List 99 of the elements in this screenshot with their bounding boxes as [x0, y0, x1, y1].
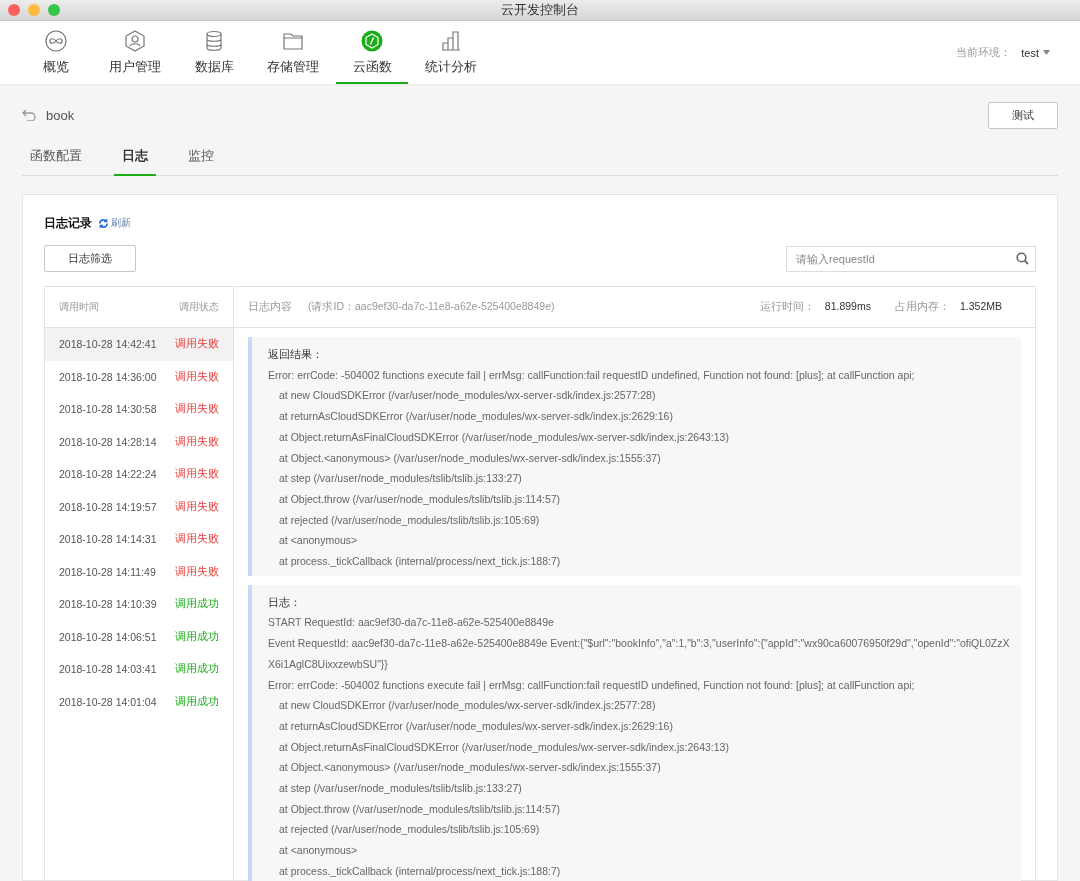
stack-trace-line: at <anonymous>	[278, 533, 359, 549]
stack-trace-line: at Object.throw (/var/user/node_modules/tslib/tslib.js:114:57)	[278, 491, 562, 507]
stack-trace-line: at new CloudSDKError (/var/user/node_modules/wx-server-sdk/index.js:2577:28)	[278, 388, 657, 404]
environment-dropdown[interactable]: test	[1021, 46, 1050, 59]
call-status: 调用失败	[175, 369, 219, 384]
call-time: 2018-10-28 14:30:58	[59, 403, 157, 416]
call-status: 调用失败	[175, 467, 219, 482]
call-row[interactable]: 2018-10-28 14:30:58 调用失败	[45, 393, 233, 426]
section-title: 日志记录	[44, 214, 92, 232]
filter-button[interactable]: 日志筛选	[44, 245, 136, 272]
tab[interactable]: 日志	[114, 138, 156, 176]
call-time: 2018-10-28 14:36:00	[59, 370, 157, 383]
stack-trace-line: at step (/var/user/node_modules/tslib/tslib.js:133:27)	[278, 781, 523, 797]
test-button[interactable]: 测试	[988, 101, 1058, 129]
folder-icon	[282, 30, 304, 52]
call-row[interactable]: 2018-10-28 14:10:39 调用成功	[45, 588, 233, 621]
call-row[interactable]: 2018-10-28 14:03:41 调用成功	[45, 653, 233, 686]
call-time: 2018-10-28 14:11:49	[59, 565, 156, 578]
close-icon	[8, 4, 20, 16]
database-icon	[203, 30, 225, 52]
minimize-icon	[28, 4, 40, 16]
infinity-icon	[45, 30, 67, 52]
stack-trace-line: at Object.returnAsFinalCloudSDKError (/var/user/node_modules/wx-server-sdk/index.js:2643:13)	[278, 739, 730, 755]
stack-trace-line: at new CloudSDKError (/var/user/node_modules/wx-server-sdk/index.js:2577:28)	[278, 698, 657, 714]
stack-trace-line: at returnAsCloudSDKError (/var/user/node_modules/wx-server-sdk/index.js:2629:16)	[278, 409, 674, 425]
log-line: START RequestId: aac9ef30-da7c-11e8-a62e-525400e8849e	[268, 615, 555, 631]
column-header: 调用状态	[179, 300, 219, 314]
stack-trace-line: at process._tickCallback (internal/process/next_tick.js:188:7)	[278, 863, 562, 879]
call-time: 2018-10-28 14:10:39	[59, 598, 157, 611]
maximize-icon	[48, 4, 60, 16]
back-icon[interactable]	[22, 109, 36, 121]
nav-tab[interactable]: 数据库	[178, 21, 250, 84]
call-time: 2018-10-28 14:19:57	[59, 500, 157, 513]
stack-trace-line: at Object.<anonymous> (/var/user/node_modules/wx-server-sdk/index.js:1555:37)	[278, 450, 662, 466]
caret-icon	[1043, 50, 1050, 55]
runtime-value: 81.899ms	[824, 300, 871, 314]
request-id: (请求ID：aac9ef30-da7c-11e8-a62e-525400e8849e)	[308, 300, 555, 314]
call-row[interactable]: 2018-10-28 14:42:41 调用失败	[45, 328, 233, 361]
stack-trace-line: at Object.returnAsFinalCloudSDKError (/var/user/node_modules/wx-server-sdk/index.js:2643:13)	[278, 429, 730, 445]
call-status: 调用失败	[175, 402, 219, 417]
stack-trace-line: at <anonymous>	[278, 843, 359, 859]
call-status: 调用成功	[175, 629, 219, 644]
function-name: book	[46, 107, 75, 123]
call-row[interactable]: 2018-10-28 14:28:14 调用失败	[45, 425, 233, 458]
stack-trace-line: at Object.throw (/var/user/node_modules/tslib/tslib.js:114:57)	[278, 801, 562, 817]
call-row[interactable]: 2018-10-28 14:19:57 调用失败	[45, 490, 233, 523]
call-time: 2018-10-28 14:28:14	[59, 435, 157, 448]
nav-tab[interactable]: 概览	[20, 21, 92, 84]
nav-tab[interactable]: 云函数	[336, 21, 408, 84]
call-status: 调用失败	[175, 337, 219, 352]
column-header: 日志内容	[248, 300, 292, 314]
call-time: 2018-10-28 14:22:24	[59, 468, 157, 481]
call-time: 2018-10-28 14:14:31	[59, 533, 157, 546]
environment-label: 当前环境：	[956, 45, 1012, 60]
tab[interactable]: 函数配置	[22, 138, 90, 176]
log-line: Error: errCode: -504002 functions execute fail | errMsg: callFunction:fail requestID undefined, Function not found: [plus]; at callFunction api;	[268, 677, 916, 693]
call-status: 调用失败	[175, 434, 219, 449]
search-icon[interactable]	[1016, 251, 1029, 265]
stack-trace-line: at returnAsCloudSDKError (/var/user/node_modules/wx-server-sdk/index.js:2629:16)	[278, 718, 674, 734]
call-row[interactable]: 2018-10-28 14:11:49 调用失败	[45, 555, 233, 588]
window-title: 云开发控制台	[501, 1, 579, 19]
log-block-title: 日志：	[268, 594, 302, 610]
memory-label: 占用内存：	[894, 300, 950, 314]
call-time: 2018-10-28 14:06:51	[59, 630, 157, 643]
call-status: 调用失败	[175, 564, 219, 579]
nav-tab[interactable]: 存储管理	[257, 21, 329, 84]
refresh-icon	[98, 217, 109, 229]
call-row[interactable]: 2018-10-28 14:22:24 调用失败	[45, 458, 233, 491]
call-status: 调用失败	[175, 532, 219, 547]
log-block-title: 返回结果：	[268, 347, 324, 362]
nav-tab[interactable]: 统计分析	[415, 21, 487, 84]
stack-trace-line: at step (/var/user/node_modules/tslib/tslib.js:133:27)	[278, 471, 523, 487]
log-line: Error: errCode: -504002 functions execute fail | errMsg: callFunction:fail requestID undefined, Function not found: [plus]; at callFunction api;	[268, 367, 916, 383]
stack-trace-line: at process._tickCallback (internal/process/next_tick.js:188:7)	[278, 554, 562, 570]
call-row[interactable]: 2018-10-28 14:06:51 调用成功	[45, 620, 233, 653]
runtime-label: 运行时间：	[759, 300, 815, 314]
user-icon	[124, 30, 146, 52]
call-time: 2018-10-28 14:03:41	[59, 663, 157, 676]
call-time: 2018-10-28 14:01:04	[59, 695, 157, 708]
call-status: 调用成功	[175, 662, 219, 677]
column-header: 调用时间	[59, 300, 99, 314]
call-time: 2018-10-28 14:42:41	[59, 338, 157, 351]
call-status: 调用成功	[175, 597, 219, 612]
stack-trace-line: at rejected (/var/user/node_modules/tslib/tslib.js:105:69)	[278, 512, 541, 528]
bar-chart-icon	[440, 30, 462, 52]
log-line: Event RequestId: aac9ef30-da7c-11e8-a62e-525400e8849e Event:{"$url":"bookInfo","a":1,"b":3,"userInfo":{"appId":"wx90ca60076950f29d","openId":"ofiQL0ZzXX6i1AglC8UixxzewbSU"}}	[268, 636, 1011, 672]
call-row[interactable]: 2018-10-28 14:14:31 调用失败	[45, 523, 233, 556]
memory-value: 1.352MB	[959, 300, 1002, 314]
call-status: 调用成功	[175, 694, 219, 709]
call-status: 调用失败	[175, 499, 219, 514]
tab[interactable]: 监控	[180, 138, 222, 176]
stack-trace-line: at Object.<anonymous> (/var/user/node_modules/wx-server-sdk/index.js:1555:37)	[278, 760, 662, 776]
call-row[interactable]: 2018-10-28 14:36:00 调用失败	[45, 360, 233, 393]
refresh-link[interactable]: 刷新	[98, 216, 131, 230]
code-icon	[361, 30, 383, 52]
nav-tab[interactable]: 用户管理	[99, 21, 171, 84]
stack-trace-line: at rejected (/var/user/node_modules/tslib/tslib.js:105:69)	[278, 822, 541, 838]
call-row[interactable]: 2018-10-28 14:01:04 调用成功	[45, 685, 233, 718]
search-field[interactable]: 请输入requestId	[786, 245, 1036, 272]
